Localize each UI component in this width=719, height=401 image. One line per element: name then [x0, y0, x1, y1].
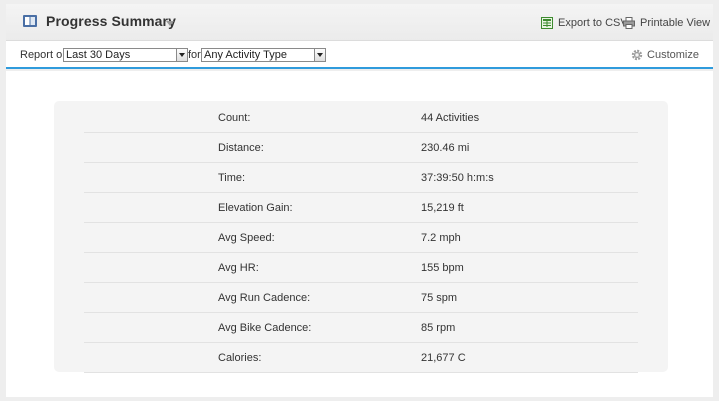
summary-label: Calories: [218, 352, 262, 364]
summary-panel: Count: 44 Activities Distance: 230.46 mi… [54, 101, 668, 373]
summary-value: 21,677 C [421, 352, 466, 364]
summary-label: Count: [218, 112, 251, 124]
date-range-select[interactable]: Last 30 Days [63, 48, 188, 62]
book-icon [23, 15, 37, 27]
summary-table: Count: 44 Activities Distance: 230.46 mi… [84, 103, 638, 373]
export-csv-button[interactable]: Export to CSV [541, 17, 628, 29]
summary-label: Elevation Gain: [218, 202, 293, 214]
printer-icon [623, 17, 635, 29]
report-on-label: Report on [20, 49, 69, 61]
summary-value: 7.2 mph [421, 232, 461, 244]
page-title: Progress Summary [46, 13, 176, 29]
summary-value: 75 spm [421, 292, 458, 304]
summary-label: Avg HR: [218, 262, 259, 274]
spreadsheet-icon [541, 17, 553, 29]
summary-row: Calories: 21,677 C [84, 343, 638, 373]
summary-row: Avg Speed: 7.2 mph [84, 223, 638, 253]
summary-row: Distance: 230.46 mi [84, 133, 638, 163]
summary-row: Count: 44 Activities [84, 103, 638, 133]
customize-label: Customize [647, 49, 699, 61]
header-bar: Progress Summary Export to CSV Printable… [6, 4, 713, 40]
summary-value: 230.46 mi [421, 142, 470, 154]
title-dropdown-caret-icon[interactable] [166, 21, 174, 26]
filter-bar: Report on Last 30 Days for Any Activity … [6, 40, 713, 69]
summary-label: Distance: [218, 142, 264, 154]
summary-label: Avg Speed: [218, 232, 275, 244]
progress-summary-window: Progress Summary Export to CSV Printable… [0, 0, 719, 401]
activity-type-select[interactable]: Any Activity Type [201, 48, 326, 62]
printable-view-button[interactable]: Printable View [623, 17, 710, 29]
summary-value: 155 bpm [421, 262, 464, 274]
main-content: Count: 44 Activities Distance: 230.46 mi… [6, 71, 713, 397]
gear-icon [631, 49, 643, 61]
for-label: for [188, 49, 201, 61]
chevron-down-icon[interactable] [314, 49, 325, 61]
summary-row: Time: 37:39:50 h:m:s [84, 163, 638, 193]
chevron-down-icon[interactable] [176, 49, 187, 61]
summary-row: Avg Run Cadence: 75 spm [84, 283, 638, 313]
printable-view-label: Printable View [640, 17, 711, 29]
summary-label: Avg Bike Cadence: [218, 322, 312, 334]
summary-label: Time: [218, 172, 246, 184]
summary-row: Avg HR: 155 bpm [84, 253, 638, 283]
summary-row: Elevation Gain: 15,219 ft [84, 193, 638, 223]
summary-value: 15,219 ft [421, 202, 464, 214]
date-range-value: Last 30 Days [66, 49, 131, 61]
summary-value: 85 rpm [421, 322, 456, 334]
summary-value: 44 Activities [421, 112, 480, 124]
export-csv-label: Export to CSV [558, 17, 628, 29]
summary-row: Avg Bike Cadence: 85 rpm [84, 313, 638, 343]
summary-label: Avg Run Cadence: [218, 292, 311, 304]
customize-button[interactable]: Customize [631, 49, 699, 61]
activity-type-value: Any Activity Type [204, 49, 287, 61]
summary-value: 37:39:50 h:m:s [421, 172, 494, 184]
